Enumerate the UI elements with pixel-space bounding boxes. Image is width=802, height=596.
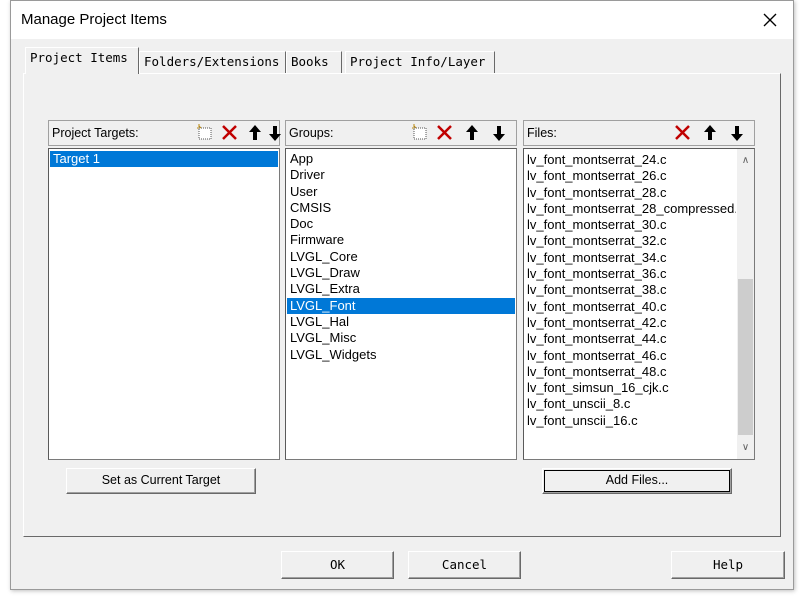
targets-label: Project Targets: — [52, 126, 139, 140]
list-item[interactable]: lv_font_montserrat_28_compressed.c — [524, 201, 736, 217]
scroll-up-arrow-icon[interactable]: ∧ — [737, 152, 754, 169]
delete-x-icon — [437, 125, 452, 140]
list-item[interactable]: lv_font_montserrat_48.c — [524, 364, 736, 380]
list-item[interactable]: App — [287, 151, 515, 167]
delete-x-icon — [675, 125, 690, 140]
close-icon — [763, 13, 777, 27]
list-item[interactable]: Target 1 — [50, 151, 278, 168]
list-item[interactable]: CMSIS — [287, 200, 515, 216]
list-item[interactable]: lv_font_simsun_16_cjk.c — [524, 380, 736, 396]
list-item[interactable]: lv_font_montserrat_30.c — [524, 217, 736, 233]
ok-button[interactable]: OK — [281, 551, 394, 579]
files-list[interactable]: lv_font_montserrat_24.c lv_font_montserra… — [523, 148, 755, 460]
delete-x-icon — [222, 125, 237, 140]
scroll-down-arrow-icon[interactable]: ∨ — [737, 439, 754, 456]
close-button[interactable] — [757, 7, 783, 33]
files-items: lv_font_montserrat_24.c lv_font_montserra… — [524, 152, 736, 429]
list-item[interactable]: LVGL_Extra — [287, 281, 515, 297]
list-item[interactable]: lv_font_montserrat_28.c — [524, 185, 736, 201]
list-item[interactable]: lv_font_montserrat_40.c — [524, 299, 736, 315]
new-target-button[interactable] — [194, 123, 216, 143]
tab-books[interactable]: Books — [286, 51, 342, 73]
cancel-button[interactable]: Cancel — [408, 551, 521, 579]
list-item[interactable]: lv_font_montserrat_42.c — [524, 315, 736, 331]
targets-list[interactable]: Target 1 — [48, 148, 280, 460]
list-item[interactable]: lv_font_montserrat_24.c — [524, 152, 736, 168]
title-bar: Manage Project Items — [11, 1, 793, 39]
list-item[interactable]: lv_font_montserrat_38.c — [524, 282, 736, 298]
list-item[interactable]: User — [287, 184, 515, 200]
move-up-icon — [704, 125, 716, 140]
move-down-icon — [731, 126, 743, 141]
list-item[interactable]: LVGL_Hal — [287, 314, 515, 330]
list-item[interactable]: lv_font_montserrat_26.c — [524, 168, 736, 184]
move-file-down-button[interactable] — [726, 123, 748, 143]
groups-list[interactable]: App Driver User CMSIS Doc Firmware LVGL_Core LV… — [285, 148, 517, 460]
targets-header: Project Targets: — [48, 120, 281, 146]
move-up-icon — [466, 125, 478, 140]
list-item[interactable]: lv_font_unscii_8.c — [524, 396, 736, 412]
new-group-button[interactable] — [409, 123, 431, 143]
list-item[interactable]: LVGL_Draw — [287, 265, 515, 281]
list-item[interactable]: lv_font_montserrat_32.c — [524, 233, 736, 249]
list-item[interactable]: lv_font_montserrat_34.c — [524, 250, 736, 266]
new-item-icon — [197, 124, 212, 140]
tab-project-info-layer[interactable]: Project Info/Layer — [345, 51, 495, 73]
delete-group-button[interactable] — [434, 123, 456, 143]
set-as-current-target-button[interactable]: Set as Current Target — [66, 468, 256, 494]
move-group-up-button[interactable] — [461, 123, 483, 143]
move-file-up-button[interactable] — [699, 123, 721, 143]
list-item[interactable]: LVGL_Misc — [287, 330, 515, 346]
tab-folders-extensions[interactable]: Folders/Extensions — [139, 51, 286, 73]
list-item[interactable]: LVGL_Font — [287, 297, 515, 314]
move-group-down-button[interactable] — [488, 123, 510, 143]
dialog-title: Manage Project Items — [21, 11, 167, 28]
list-item[interactable]: LVGL_Widgets — [287, 347, 515, 363]
manage-project-items-dialog: Manage Project Items Project Items Folde… — [10, 0, 794, 590]
groups-label: Groups: — [289, 126, 334, 140]
add-files-button[interactable]: Add Files... — [542, 468, 732, 494]
delete-target-button[interactable] — [219, 123, 241, 143]
scrollbar-thumb[interactable] — [738, 279, 753, 435]
groups-header: Groups: — [285, 120, 517, 146]
move-down-icon — [269, 126, 281, 141]
project-items-panel: Project Targets: Target 1 Groups: App Dr… — [23, 73, 781, 537]
list-item[interactable]: lv_font_montserrat_46.c — [524, 348, 736, 364]
list-item[interactable]: LVGL_Core — [287, 249, 515, 265]
move-down-icon — [493, 126, 505, 141]
move-up-icon — [249, 125, 261, 140]
list-item[interactable]: lv_font_montserrat_36.c — [524, 266, 736, 282]
files-header: Files: — [523, 120, 755, 146]
files-label: Files: — [527, 126, 557, 140]
help-button[interactable]: Help — [671, 551, 785, 579]
tab-project-items[interactable]: Project Items — [25, 47, 139, 74]
move-target-down-button[interactable] — [269, 123, 281, 143]
list-item[interactable]: Driver — [287, 167, 515, 183]
delete-file-button[interactable] — [672, 123, 694, 143]
list-item[interactable]: lv_font_unscii_16.c — [524, 413, 736, 429]
list-item[interactable]: Firmware — [287, 232, 515, 248]
list-item[interactable]: Doc — [287, 216, 515, 232]
new-item-icon — [412, 124, 427, 140]
files-scrollbar[interactable]: ∧ ∨ — [737, 149, 754, 459]
move-target-up-button[interactable] — [244, 123, 266, 143]
list-item[interactable]: lv_font_montserrat_44.c — [524, 331, 736, 347]
